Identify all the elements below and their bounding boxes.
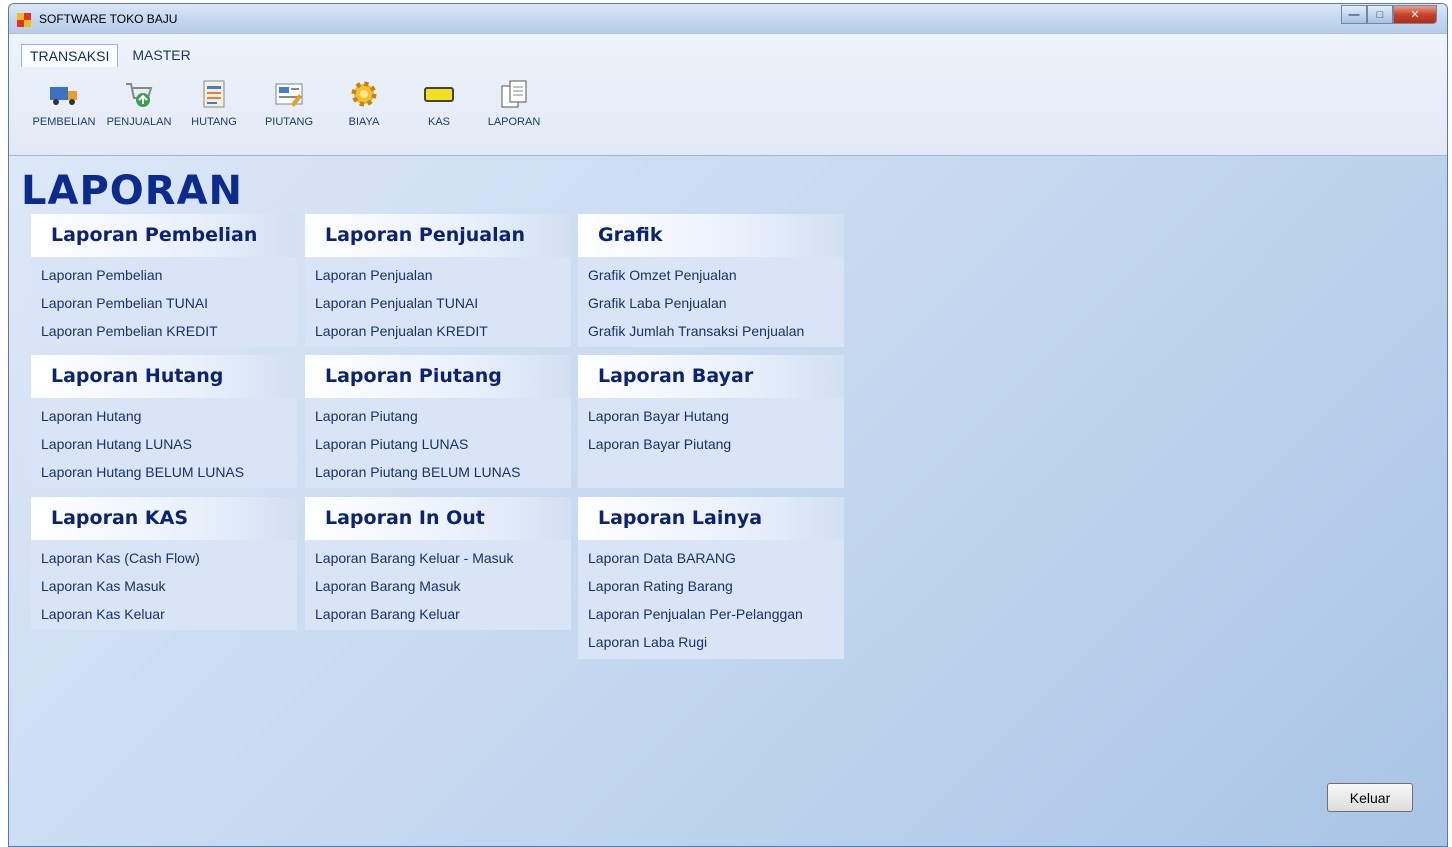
main-content: LAPORAN Laporan Pembelian Laporan Pembel…: [9, 156, 1447, 846]
link-laporan-barang-keluar[interactable]: Laporan Barang Keluar: [315, 600, 571, 628]
gear-icon: [351, 81, 377, 107]
panel-title: Laporan Bayar: [578, 355, 844, 398]
panel-laporan-in-out: Laporan In Out Laporan Barang Keluar - M…: [305, 497, 571, 630]
panel-title: Laporan Hutang: [31, 355, 297, 398]
panel-laporan-lainya: Laporan Lainya Laporan Data BARANG Lapor…: [578, 497, 844, 659]
link-grafik-omzet-penjualan[interactable]: Grafik Omzet Penjualan: [588, 261, 844, 289]
truck-icon: [50, 87, 77, 105]
app-window: SOFTWARE TOKO BAJU — □ ✕ TRANSAKSI MASTE…: [8, 3, 1448, 847]
receivable-icon: [275, 83, 303, 107]
panel-title: Laporan Penjualan: [305, 214, 571, 257]
link-laporan-hutang-lunas[interactable]: Laporan Hutang LUNAS: [41, 430, 297, 458]
tool-pembelian[interactable]: PEMBELIAN: [29, 78, 99, 128]
tool-kas[interactable]: KAS: [404, 78, 474, 128]
page-title: LAPORAN: [21, 168, 243, 214]
link-laporan-kas-cash-flow[interactable]: Laporan Kas (Cash Flow): [41, 544, 297, 572]
link-laporan-kas-keluar[interactable]: Laporan Kas Keluar: [41, 600, 297, 628]
panel-title: Grafik: [578, 214, 844, 257]
panel-title: Laporan Piutang: [305, 355, 571, 398]
tool-biaya[interactable]: BIAYA: [329, 78, 399, 128]
toolbar: PEMBELIAN PENJUALAN HUTANG PIUTANG BIAYA…: [29, 78, 554, 128]
link-laporan-rating-barang[interactable]: Laporan Rating Barang: [588, 572, 844, 600]
panel-title: Laporan Pembelian: [31, 214, 297, 257]
tool-piutang[interactable]: PIUTANG: [254, 78, 324, 128]
link-laporan-pembelian-tunai[interactable]: Laporan Pembelian TUNAI: [41, 289, 297, 317]
link-laporan-penjualan-kredit[interactable]: Laporan Penjualan KREDIT: [315, 317, 571, 345]
tool-hutang[interactable]: HUTANG: [179, 78, 249, 128]
panel-laporan-penjualan: Laporan Penjualan Laporan Penjualan Lapo…: [305, 214, 571, 347]
panel-title: Laporan KAS: [31, 497, 297, 540]
tool-laporan[interactable]: LAPORAN: [479, 78, 549, 128]
panel-laporan-hutang: Laporan Hutang Laporan Hutang Laporan Hu…: [31, 355, 297, 488]
panel-laporan-pembelian: Laporan Pembelian Laporan Pembelian Lapo…: [31, 214, 297, 347]
link-laporan-barang-masuk[interactable]: Laporan Barang Masuk: [315, 572, 571, 600]
link-laporan-barang-keluar-masuk[interactable]: Laporan Barang Keluar - Masuk: [315, 544, 571, 572]
app-icon: [17, 13, 31, 27]
title-bar: SOFTWARE TOKO BAJU — □ ✕: [9, 4, 1447, 34]
link-laporan-kas-masuk[interactable]: Laporan Kas Masuk: [41, 572, 297, 600]
panel-laporan-bayar: Laporan Bayar Laporan Bayar Hutang Lapor…: [578, 355, 844, 488]
link-laporan-penjualan[interactable]: Laporan Penjualan: [315, 261, 571, 289]
tool-penjualan[interactable]: PENJUALAN: [104, 78, 174, 128]
link-laporan-pembelian-kredit[interactable]: Laporan Pembelian KREDIT: [41, 317, 297, 345]
ribbon: TRANSAKSI MASTER PEMBELIAN PENJUALAN HUT…: [9, 34, 1447, 156]
minimize-button[interactable]: —: [1341, 5, 1367, 24]
link-laporan-bayar-piutang[interactable]: Laporan Bayar Piutang: [588, 430, 844, 458]
link-laporan-data-barang[interactable]: Laporan Data BARANG: [588, 544, 844, 572]
link-laporan-piutang-belum-lunas[interactable]: Laporan Piutang BELUM LUNAS: [315, 458, 571, 486]
close-button[interactable]: ✕: [1393, 5, 1437, 24]
panel-laporan-piutang: Laporan Piutang Laporan Piutang Laporan …: [305, 355, 571, 488]
tab-master[interactable]: MASTER: [124, 44, 198, 67]
panel-title: Laporan Lainya: [578, 497, 844, 540]
panel-grafik: Grafik Grafik Omzet Penjualan Grafik Lab…: [578, 214, 844, 347]
link-laporan-pembelian[interactable]: Laporan Pembelian: [41, 261, 297, 289]
panel-laporan-kas: Laporan KAS Laporan Kas (Cash Flow) Lapo…: [31, 497, 297, 630]
cart-icon: [126, 83, 153, 107]
link-laporan-piutang-lunas[interactable]: Laporan Piutang LUNAS: [315, 430, 571, 458]
cash-icon: [424, 87, 454, 102]
keluar-button[interactable]: Keluar: [1327, 783, 1413, 812]
link-grafik-laba-penjualan[interactable]: Grafik Laba Penjualan: [588, 289, 844, 317]
link-grafik-jumlah-transaksi[interactable]: Grafik Jumlah Transaksi Penjualan: [588, 317, 844, 345]
window-title: SOFTWARE TOKO BAJU: [39, 12, 178, 26]
link-laporan-hutang-belum-lunas[interactable]: Laporan Hutang BELUM LUNAS: [41, 458, 297, 486]
link-laporan-penjualan-per-pelanggan[interactable]: Laporan Penjualan Per-Pelanggan: [588, 600, 844, 628]
panel-title: Laporan In Out: [305, 497, 571, 540]
tab-transaksi[interactable]: TRANSAKSI: [21, 44, 119, 67]
link-laporan-penjualan-tunai[interactable]: Laporan Penjualan TUNAI: [315, 289, 571, 317]
link-laporan-laba-rugi[interactable]: Laporan Laba Rugi: [588, 628, 844, 656]
report-icon: [501, 80, 527, 108]
link-laporan-hutang[interactable]: Laporan Hutang: [41, 402, 297, 430]
link-laporan-bayar-hutang[interactable]: Laporan Bayar Hutang: [588, 402, 844, 430]
ledger-icon: [203, 80, 225, 108]
link-laporan-piutang[interactable]: Laporan Piutang: [315, 402, 571, 430]
maximize-button[interactable]: □: [1367, 5, 1393, 24]
